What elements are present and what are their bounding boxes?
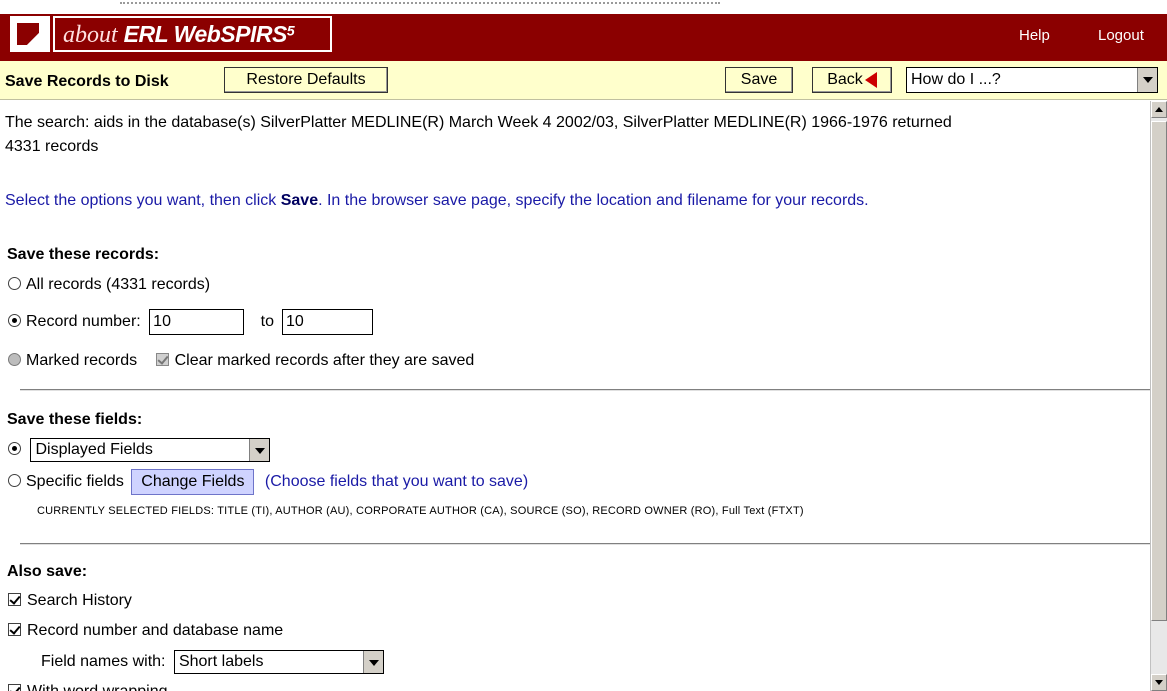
field-names-select[interactable]: Short labels <box>173 650 384 674</box>
specific-fields-radio[interactable] <box>8 474 21 488</box>
record-number-db-checkbox[interactable] <box>8 623 21 636</box>
vertical-scrollbar[interactable] <box>1150 101 1167 691</box>
word-wrapping-label: With word wrapping <box>27 683 168 691</box>
page-title: Save Records to Disk <box>5 73 169 90</box>
specific-fields-label: Specific fields <box>26 473 124 491</box>
displayed-fields-select[interactable]: Displayed Fields <box>30 438 271 462</box>
save-button[interactable]: Save <box>725 67 793 93</box>
field-names-label: Field names with: <box>41 653 166 671</box>
logout-link[interactable]: Logout <box>1098 27 1144 44</box>
marked-records-label: Marked records <box>26 352 138 369</box>
main-content: The search: aids in the database(s) Silv… <box>0 101 1150 691</box>
change-fields-button[interactable]: Change Fields <box>131 469 255 495</box>
fields-heading: Save these fields: <box>7 411 143 428</box>
toolbar: Save Records to Disk Restore Defaults Sa… <box>0 61 1167 100</box>
scroll-down-icon[interactable] <box>1151 674 1167 691</box>
displayed-fields-option[interactable]: Displayed Fields <box>8 438 271 462</box>
clear-marked-checkbox[interactable] <box>155 353 169 366</box>
search-history-option[interactable]: Search History <box>8 592 132 610</box>
help-link[interactable]: Help <box>1019 27 1050 44</box>
instructions-bold: Save <box>280 192 319 209</box>
record-number-option[interactable]: Record number: 10 to 10 <box>8 309 373 335</box>
record-number-radio[interactable] <box>8 314 21 328</box>
back-button[interactable]: Back <box>812 67 892 93</box>
search-history-label: Search History <box>27 592 132 609</box>
all-records-radio[interactable] <box>8 277 21 290</box>
search-history-checkbox[interactable] <box>8 593 21 606</box>
record-number-db-label: Record number and database name <box>27 622 284 639</box>
instructions: Select the options you want, then click … <box>5 192 869 210</box>
all-records-option[interactable]: All records (4331 records) <box>8 276 210 294</box>
record-to-input[interactable]: 10 <box>281 309 373 335</box>
about-label: about <box>63 22 118 48</box>
app-header: about ERL WebSPIRS5 Help Logout <box>0 14 1167 61</box>
currently-selected-fields: CURRENTLY SELECTED FIELDS: TITLE (TI), A… <box>37 505 804 517</box>
record-from-input[interactable]: 10 <box>149 309 245 335</box>
record-number-label: Record number: <box>26 313 141 331</box>
scroll-up-icon[interactable] <box>1151 101 1167 118</box>
brand-name: ERL WebSPIRS <box>123 21 288 47</box>
record-number-db-option[interactable]: Record number and database name <box>8 622 283 640</box>
instructions-post: . In the browser save page, specify the … <box>318 192 869 209</box>
field-names-value: Short labels <box>178 653 264 670</box>
how-do-i-select[interactable]: How do I ...? <box>906 67 1158 93</box>
back-label: Back <box>827 71 863 88</box>
search-summary-line1: The search: aids in the database(s) Silv… <box>5 114 952 131</box>
back-arrow-icon <box>864 71 877 88</box>
divider <box>20 389 1150 391</box>
field-names-row: Field names with: Short labels <box>41 650 384 674</box>
top-strip <box>0 0 1167 14</box>
search-summary-line2: 4331 records <box>5 138 99 155</box>
instructions-pre: Select the options you want, then click <box>5 192 281 209</box>
displayed-fields-radio[interactable] <box>8 442 21 456</box>
word-wrapping-option[interactable]: With word wrapping <box>8 683 168 691</box>
clipped-text-residue <box>120 0 720 4</box>
also-save-heading: Also save: <box>7 563 88 580</box>
chevron-down-icon[interactable] <box>1137 68 1157 92</box>
scroll-thumb[interactable] <box>1151 121 1167 621</box>
word-wrapping-checkbox[interactable] <box>8 684 21 691</box>
chevron-down-icon[interactable] <box>249 439 270 461</box>
logo-icon <box>10 16 50 52</box>
to-label: to <box>260 313 274 331</box>
about-brand-link[interactable]: about ERL WebSPIRS5 <box>53 16 332 52</box>
brand-version: 5 <box>286 22 295 39</box>
records-heading: Save these records: <box>7 246 160 263</box>
marked-records-radio[interactable] <box>8 353 21 366</box>
marked-records-option[interactable]: Marked records Clear marked records afte… <box>8 352 474 370</box>
restore-defaults-button[interactable]: Restore Defaults <box>224 67 388 93</box>
divider <box>20 543 1150 545</box>
chevron-down-icon[interactable] <box>362 651 383 673</box>
how-do-i-value: How do I ...? <box>911 71 1001 88</box>
clear-marked-label: Clear marked records after they are save… <box>174 352 475 369</box>
change-fields-hint: (Choose fields that you want to save) <box>264 473 529 491</box>
displayed-fields-value: Displayed Fields <box>35 441 153 458</box>
all-records-label: All records (4331 records) <box>26 276 211 293</box>
specific-fields-option[interactable]: Specific fields Change Fields (Choose fi… <box>8 469 528 495</box>
